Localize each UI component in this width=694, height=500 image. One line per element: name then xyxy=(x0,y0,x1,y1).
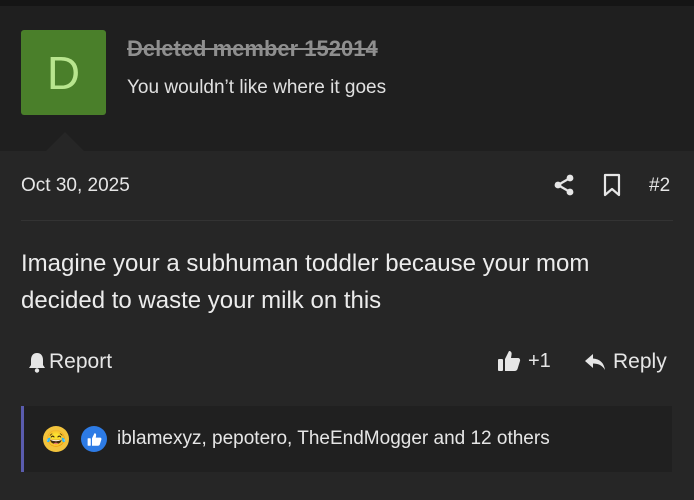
reaction-summary[interactable]: iblamexyz, pepotero, TheEndMogger and 12… xyxy=(117,428,550,450)
reply-button[interactable]: Reply xyxy=(584,350,667,374)
like-count: +1 xyxy=(528,349,551,372)
report-label: Report xyxy=(49,350,113,373)
post-body: Imagine your a subhuman toddler because … xyxy=(21,250,590,314)
bookmark-icon[interactable] xyxy=(601,173,623,197)
post-date[interactable]: Oct 30, 2025 xyxy=(21,175,130,197)
bell-icon xyxy=(29,353,45,373)
reply-label: Reply xyxy=(613,350,667,373)
divider xyxy=(21,220,673,221)
post-author-header: D Deleted member 152014 You wouldn’t lik… xyxy=(0,6,694,152)
laugh-reaction-icon: 😂 xyxy=(43,426,69,452)
post-number[interactable]: #2 xyxy=(649,175,670,197)
reply-arrow-icon xyxy=(585,354,605,370)
thumbs-up-icon xyxy=(498,351,521,371)
like-reaction-icon xyxy=(81,426,107,452)
share-icon[interactable] xyxy=(552,173,576,197)
post-container: Oct 30, 2025 #2 Imagine your a subhuman … xyxy=(0,151,694,500)
avatar-letter: D xyxy=(46,46,81,99)
reactions-bar[interactable]: 😂 iblamexyz, pepotero, TheEndMogger and … xyxy=(21,406,672,472)
report-button[interactable]: Report xyxy=(27,350,112,374)
like-button[interactable]: +1 xyxy=(497,349,551,373)
avatar[interactable]: D xyxy=(21,30,106,115)
header-pointer xyxy=(45,132,85,152)
user-title: You wouldn’t like where it goes xyxy=(127,77,387,98)
username[interactable]: Deleted member 152014 xyxy=(127,36,378,62)
